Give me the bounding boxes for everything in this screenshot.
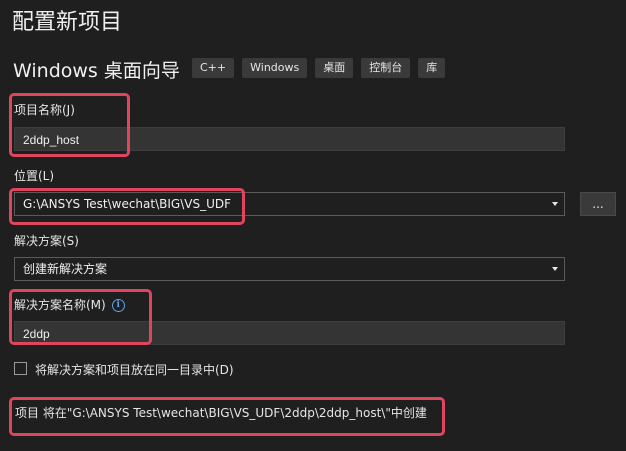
tag-library: 库 <box>418 58 446 78</box>
tag-desktop: 桌面 <box>315 58 354 78</box>
chevron-down-icon <box>552 267 558 271</box>
location-label: 位置(L) <box>14 169 55 183</box>
template-tags: C++ Windows 桌面 控制台 库 <box>192 58 446 78</box>
solution-combobox[interactable]: 创建新解决方案 <box>14 257 565 281</box>
location-highlight <box>9 188 245 225</box>
same-directory-label: 将解决方案和项目放在同一目录中(D) <box>35 363 234 377</box>
browse-button[interactable]: ... <box>580 192 616 216</box>
tag-cpp: C++ <box>192 58 235 78</box>
solution-name-highlight <box>9 289 152 345</box>
tag-console: 控制台 <box>361 58 411 78</box>
same-directory-checkbox[interactable] <box>14 362 27 375</box>
solution-value: 创建新解决方案 <box>23 262 108 276</box>
project-name-highlight <box>9 93 130 157</box>
project-path-highlight <box>9 397 445 436</box>
tag-windows: Windows <box>242 58 308 78</box>
page-title: 配置新项目 <box>12 10 123 35</box>
chevron-down-icon <box>552 202 558 206</box>
solution-label: 解决方案(S) <box>14 234 79 248</box>
template-title: Windows 桌面向导 <box>13 60 180 82</box>
